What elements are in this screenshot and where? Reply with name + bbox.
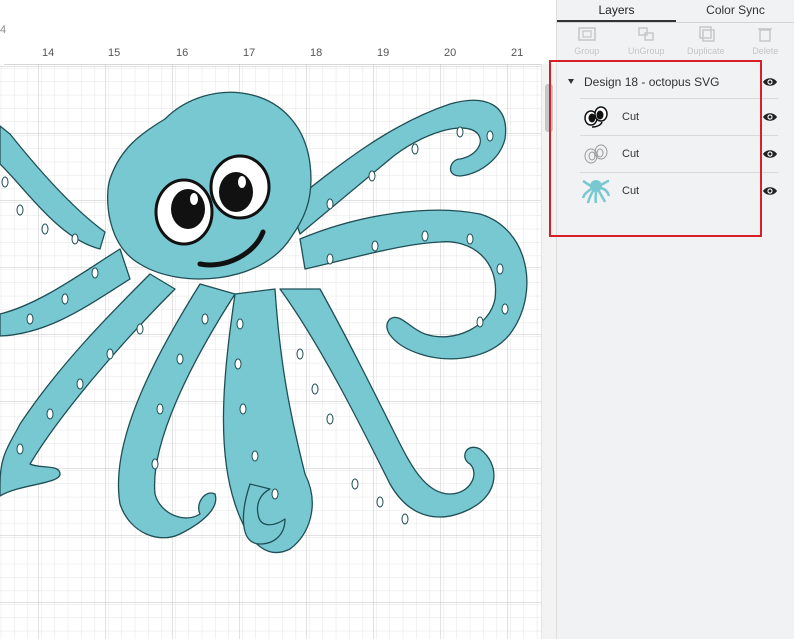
ungroup-button[interactable]: UnGroup (617, 22, 677, 60)
duplicate-label: Duplicate (686, 46, 725, 56)
group-icon (578, 27, 596, 41)
eye-icon[interactable] (762, 111, 778, 123)
eye-icon[interactable] (762, 185, 778, 197)
tab-layers[interactable]: Layers (557, 0, 676, 22)
panel-tabs: Layers Color Sync (557, 0, 794, 23)
ungroup-icon (638, 27, 654, 41)
group-button[interactable]: Group (557, 22, 617, 60)
group-label: Group (574, 46, 600, 56)
horizontal-ruler: 14 15 16 17 18 19 20 21 (0, 46, 556, 65)
octopus-illustration[interactable] (0, 64, 541, 639)
delete-icon (758, 28, 773, 42)
ruler-mark: 19 (377, 47, 390, 59)
ruler-mark: 17 (243, 47, 256, 59)
ruler-mark: 18 (310, 47, 323, 59)
eye-icon[interactable] (762, 76, 778, 88)
canvas-top-bar (0, 0, 556, 46)
delete-label: Delete (752, 46, 779, 56)
design-canvas[interactable]: 14 15 16 17 18 19 20 21 4 (0, 0, 556, 639)
ruler-mark: 21 (511, 47, 524, 59)
ungroup-label: UnGroup (627, 46, 665, 56)
delete-button[interactable]: Delete (736, 22, 794, 60)
highlight-box (549, 60, 762, 237)
ruler-mark: 14 (42, 47, 55, 59)
duplicate-icon (699, 26, 715, 42)
duplicate-button[interactable]: Duplicate (676, 22, 736, 60)
eye-icon[interactable] (762, 148, 778, 160)
tab-color-sync[interactable]: Color Sync (676, 0, 794, 22)
ruler-mark: 20 (444, 47, 457, 59)
ruler-mark-left: 4 (0, 24, 7, 36)
layers-toolbar: Group UnGroup Duplicate Delete (557, 22, 794, 60)
ruler-mark: 15 (108, 47, 121, 59)
ruler-mark: 16 (176, 47, 189, 59)
